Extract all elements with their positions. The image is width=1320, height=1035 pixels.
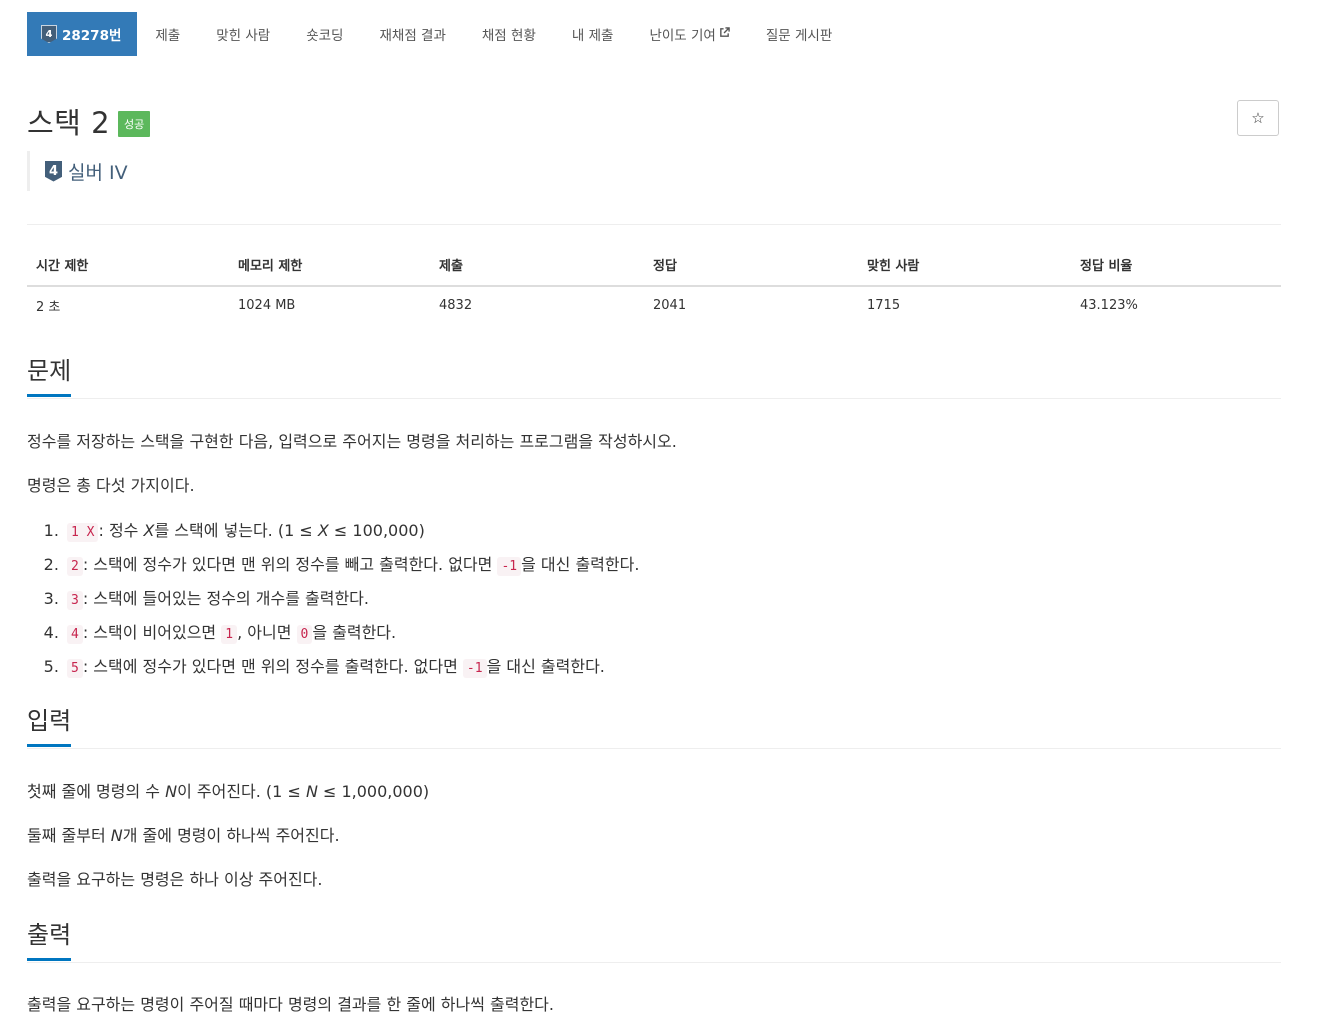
- tier-silver-icon: 4: [45, 160, 62, 182]
- tab-label: 난이도 기여: [649, 28, 716, 44]
- star-icon: ☆: [1251, 109, 1265, 127]
- list-item: 5: 스택에 정수가 있다면 맨 위의 정수를 출력한다. 없다면 -1을 대신…: [64, 655, 639, 689]
- list-item: 1 X: 정수 X를 스택에 넣는다. (1 ≤ X ≤ 100,000): [64, 519, 639, 553]
- submissions-value: 4832: [439, 297, 473, 313]
- text: : 정수: [98, 521, 144, 540]
- table-header-row: 시간 제한 메모리 제한 제출 정답 맞힌 사람 정답 비율: [27, 243, 1281, 287]
- tier-badge-icon: 4: [41, 25, 57, 43]
- text: : 스택에 정수가 있다면 맨 위의 정수를 출력한다. 없다면: [82, 657, 463, 676]
- text: : 스택에 정수가 있다면 맨 위의 정수를 빼고 출력한다. 없다면: [82, 555, 498, 574]
- text: 을 대신 출력한다.: [521, 555, 640, 574]
- section-problem: 문제: [27, 357, 1281, 399]
- problem-title: 스택 2: [27, 106, 111, 140]
- inline-code: -1: [462, 659, 487, 678]
- section-divider: [27, 962, 1281, 963]
- header-submissions: 제출: [430, 243, 644, 287]
- section-input: 입력: [27, 707, 1281, 749]
- problem-description: 명령은 총 다섯 가지이다.: [27, 476, 195, 495]
- inline-code: 4: [67, 625, 83, 644]
- text: 을 대신 출력한다.: [486, 657, 605, 676]
- table-row: 2 초 1024 MB 4832 2041 1715 43.123%: [27, 286, 1281, 323]
- header-solvers: 맞힌 사람: [858, 243, 1071, 287]
- input-description: 출력을 요구하는 명령은 하나 이상 주어진다.: [27, 870, 323, 889]
- divider: [27, 224, 1281, 225]
- var: X: [143, 521, 155, 540]
- section-divider: [27, 748, 1281, 749]
- tab-short-coding[interactable]: 숏코딩: [288, 12, 361, 56]
- header-accepted: 정답: [644, 243, 858, 287]
- tab-problem[interactable]: 4 28278번: [27, 12, 138, 56]
- time-limit-value: 2 초: [36, 299, 61, 315]
- text: 를 스택에 넣는다. (1 ≤: [154, 521, 318, 540]
- tab-my-submissions[interactable]: 내 제출: [554, 12, 632, 56]
- inline-code: -1: [497, 557, 522, 576]
- text: , 아니면: [237, 623, 297, 642]
- list-item: 2: 스택에 정수가 있다면 맨 위의 정수를 빼고 출력한다. 없다면 -1을…: [64, 553, 639, 587]
- memory-limit-value: 1024 MB: [238, 297, 296, 313]
- tab-submit[interactable]: 제출: [137, 12, 198, 56]
- header-memory-limit: 메모리 제한: [229, 243, 430, 287]
- tab-difficulty-contrib[interactable]: 난이도 기여: [631, 12, 747, 56]
- accepted-value: 2041: [653, 297, 687, 313]
- solvers-value: 1715: [867, 297, 901, 313]
- command-list: 1 X: 정수 X를 스택에 넣는다. (1 ≤ X ≤ 100,000) 2:…: [27, 519, 639, 689]
- inline-code: 3: [67, 591, 83, 610]
- problem-info-table: 시간 제한 메모리 제한 제출 정답 맞힌 사람 정답 비율 2 초 1024 …: [27, 243, 1281, 323]
- header-time-limit: 시간 제한: [27, 243, 229, 287]
- inline-code: 5: [67, 659, 83, 678]
- tab-qna-board[interactable]: 질문 게시판: [748, 12, 850, 56]
- header-ratio: 정답 비율: [1071, 243, 1281, 287]
- tab-label: 28278번: [62, 28, 122, 44]
- inline-code: 1: [221, 625, 238, 644]
- text: 을 출력한다.: [312, 623, 397, 642]
- ratio-value: 43.123%: [1080, 297, 1138, 313]
- tab-solvers[interactable]: 맞힌 사람: [198, 12, 288, 56]
- problem-title-row: 스택 2 성공: [27, 100, 151, 142]
- list-item: 4: 스택이 비어있으면 1, 아니면 0을 출력한다.: [64, 621, 639, 655]
- input-description: 첫째 줄에 명령의 수 N이 주어진다. (1 ≤ N ≤ 1,000,000): [27, 782, 430, 801]
- section-heading: 문제: [27, 357, 72, 397]
- text: ≤ 100,000): [328, 521, 425, 540]
- tier-block: 4 실버 IV: [27, 151, 128, 191]
- inline-code: 2: [67, 557, 83, 576]
- section-heading: 출력: [27, 921, 72, 961]
- text: : 스택이 비어있으면: [82, 623, 222, 642]
- tab-status[interactable]: 채점 현황: [464, 12, 554, 56]
- text: : 스택에 들어있는 정수의 개수를 출력한다.: [82, 589, 369, 608]
- list-item: 3: 스택에 들어있는 정수의 개수를 출력한다.: [64, 587, 639, 621]
- section-divider: [27, 398, 1281, 399]
- favorite-button[interactable]: ☆: [1237, 100, 1279, 136]
- output-description: 출력을 요구하는 명령이 주어질 때마다 명령의 결과를 한 줄에 하나씩 출력…: [27, 995, 554, 1014]
- problem-page: 4 28278번 제출 맞힌 사람 숏코딩 재채점 결과 채점 현황 내 제출 …: [0, 0, 1320, 1035]
- tab-rejudge[interactable]: 재채점 결과: [361, 12, 463, 56]
- status-badge: 성공: [118, 111, 151, 137]
- tier-label: 실버 IV: [68, 161, 128, 184]
- input-description: 둘째 줄부터 N개 줄에 명령이 하나씩 주어진다.: [27, 826, 340, 845]
- problem-nav-tabs: 4 28278번 제출 맞힌 사람 숏코딩 재채점 결과 채점 현황 내 제출 …: [27, 12, 850, 56]
- var: X: [317, 521, 329, 540]
- inline-code: 1 X: [67, 523, 99, 542]
- external-link-icon: [719, 27, 730, 41]
- inline-code: 0: [296, 625, 313, 644]
- section-output: 출력: [27, 921, 1281, 963]
- problem-description: 정수를 저장하는 스택을 구현한 다음, 입력으로 주어지는 명령을 처리하는 …: [27, 432, 677, 451]
- section-heading: 입력: [27, 707, 72, 747]
